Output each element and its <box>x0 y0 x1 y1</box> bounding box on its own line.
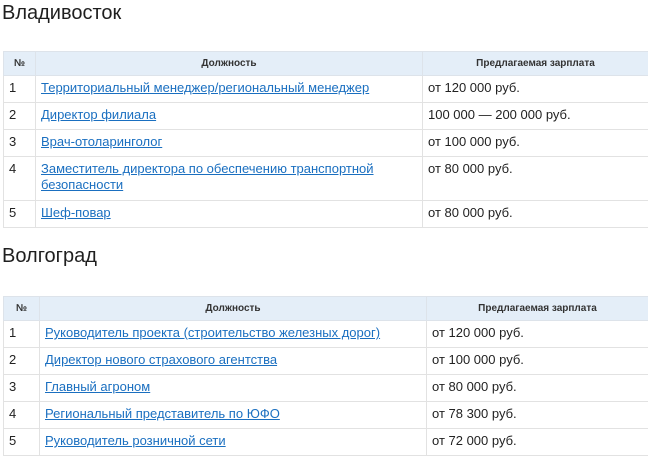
city-heading-vladivostok: Владивосток <box>2 2 122 24</box>
header-position: Должность <box>35 51 423 76</box>
table-row: 3 Главный агроном от 80 000 руб. <box>3 374 648 402</box>
salary-cell: от 78 300 руб. <box>426 401 648 429</box>
row-num: 3 <box>3 374 40 402</box>
row-num: 1 <box>3 320 40 348</box>
position-link[interactable]: Врач-отоларинголог <box>41 134 162 149</box>
position-cell: Врач-отоларинголог <box>35 129 423 157</box>
position-cell: Директор нового страхового агентства <box>39 347 427 375</box>
row-num: 2 <box>3 102 36 130</box>
salary-cell: от 80 000 руб. <box>426 374 648 402</box>
salary-cell: от 120 000 руб. <box>426 320 648 348</box>
table-row: 1 Территориальный менеджер/региональный … <box>3 75 648 103</box>
table-row: 5 Шеф-повар от 80 000 руб. <box>3 200 648 228</box>
header-num: № <box>3 51 36 76</box>
salary-cell: 100 000 — 200 000 руб. <box>422 102 648 130</box>
position-link[interactable]: Директор нового страхового агентства <box>45 352 277 367</box>
salary-cell: от 80 000 руб. <box>422 200 648 228</box>
table-row: 4 Региональный представитель по ЮФО от 7… <box>3 401 648 429</box>
position-cell: Региональный представитель по ЮФО <box>39 401 427 429</box>
salary-cell: от 80 000 руб. <box>422 156 648 201</box>
table-header-row: № Должность Предлагаемая зарплата <box>3 51 648 76</box>
position-link[interactable]: Руководитель проекта (строительство желе… <box>45 325 380 340</box>
position-link[interactable]: Заместитель директора по обеспечению тра… <box>41 161 374 192</box>
position-link[interactable]: Шеф-повар <box>41 205 111 220</box>
position-cell: Руководитель проекта (строительство желе… <box>39 320 427 348</box>
position-link[interactable]: Территориальный менеджер/региональный ме… <box>41 80 369 95</box>
header-position: Должность <box>39 296 427 321</box>
table-row: 2 Директор нового страхового агентства о… <box>3 347 648 375</box>
header-salary: Предлагаемая зарплата <box>422 51 648 76</box>
row-num: 3 <box>3 129 36 157</box>
city-heading-volgograd: Волгоград <box>2 245 97 267</box>
position-link[interactable]: Главный агроном <box>45 379 150 394</box>
table-row: 2 Директор филиала 100 000 — 200 000 руб… <box>3 102 648 130</box>
salary-cell: от 72 000 руб. <box>426 428 648 456</box>
position-link[interactable]: Региональный представитель по ЮФО <box>45 406 280 421</box>
header-salary: Предлагаемая зарплата <box>426 296 648 321</box>
position-link[interactable]: Руководитель розничной сети <box>45 433 226 448</box>
salary-cell: от 120 000 руб. <box>422 75 648 103</box>
position-link[interactable]: Директор филиала <box>41 107 156 122</box>
vacancies-table-volgograd: № Должность Предлагаемая зарплата 1 Руко… <box>3 296 648 456</box>
position-cell: Руководитель розничной сети <box>39 428 427 456</box>
table-row: 4 Заместитель директора по обеспечению т… <box>3 156 648 201</box>
table-row: 1 Руководитель проекта (строительство же… <box>3 320 648 348</box>
table-header-row: № Должность Предлагаемая зарплата <box>3 296 648 321</box>
vacancies-table-vladivostok: № Должность Предлагаемая зарплата 1 Терр… <box>3 51 648 228</box>
position-cell: Заместитель директора по обеспечению тра… <box>35 156 423 201</box>
position-cell: Директор филиала <box>35 102 423 130</box>
position-cell: Территориальный менеджер/региональный ме… <box>35 75 423 103</box>
table-row: 5 Руководитель розничной сети от 72 000 … <box>3 428 648 456</box>
row-num: 5 <box>3 200 36 228</box>
row-num: 5 <box>3 428 40 456</box>
salary-cell: от 100 000 руб. <box>422 129 648 157</box>
position-cell: Шеф-повар <box>35 200 423 228</box>
row-num: 1 <box>3 75 36 103</box>
row-num: 4 <box>3 156 36 201</box>
row-num: 4 <box>3 401 40 429</box>
table-row: 3 Врач-отоларинголог от 100 000 руб. <box>3 129 648 157</box>
row-num: 2 <box>3 347 40 375</box>
position-cell: Главный агроном <box>39 374 427 402</box>
header-num: № <box>3 296 40 321</box>
salary-cell: от 100 000 руб. <box>426 347 648 375</box>
